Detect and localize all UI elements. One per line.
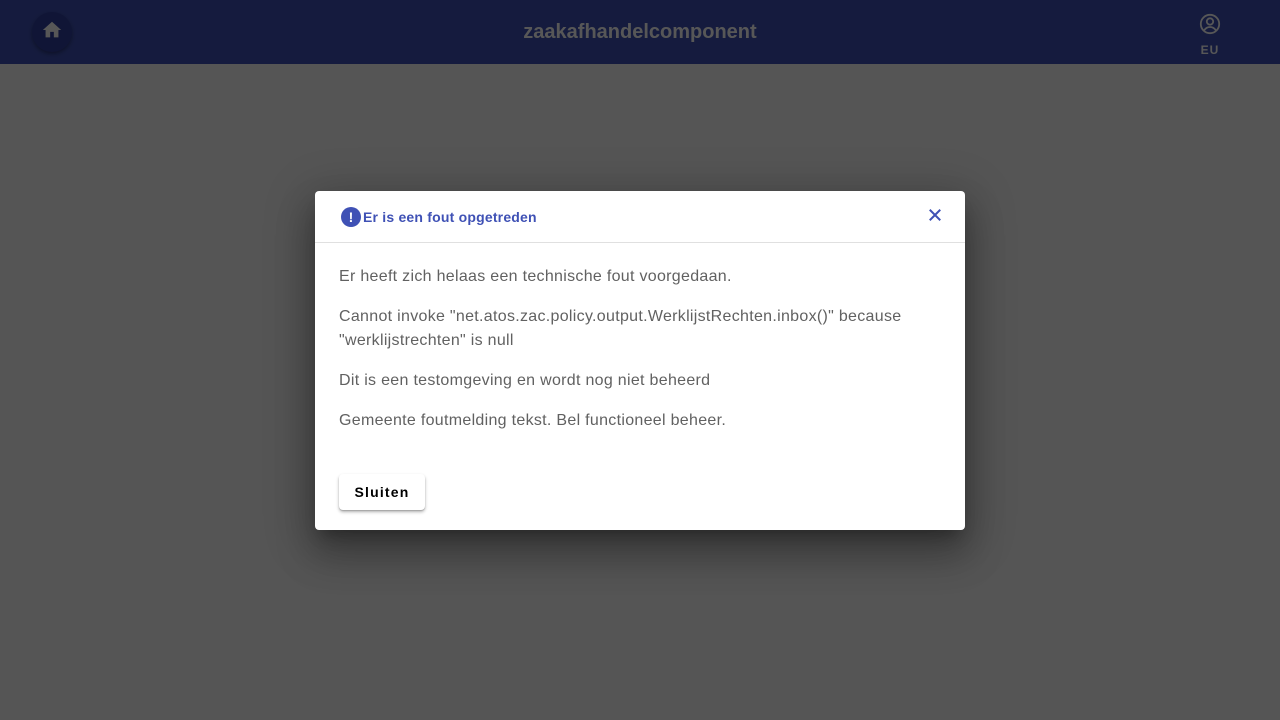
- error-dialog: ! Er is een fout opgetreden Er heeft zic…: [315, 191, 965, 530]
- environment-notice: Dit is een testomgeving en wordt nog nie…: [339, 372, 711, 389]
- error-detail: Cannot invoke "net.atos.zac.policy.outpu…: [339, 308, 902, 349]
- municipality-message: Gemeente foutmelding tekst. Bel function…: [339, 412, 727, 429]
- dialog-content: Er heeft zich helaas een technische fout…: [339, 265, 929, 449]
- error-message: Er heeft zich helaas een technische fout…: [339, 268, 732, 285]
- dialog-header: ! Er is een fout opgetreden: [315, 191, 965, 243]
- sluiten-button[interactable]: Sluiten: [339, 474, 425, 510]
- error-icon: !: [341, 207, 361, 227]
- dialog-title: Er is een fout opgetreden: [363, 209, 537, 225]
- close-icon: [926, 206, 944, 229]
- close-dialog-button[interactable]: [921, 203, 949, 231]
